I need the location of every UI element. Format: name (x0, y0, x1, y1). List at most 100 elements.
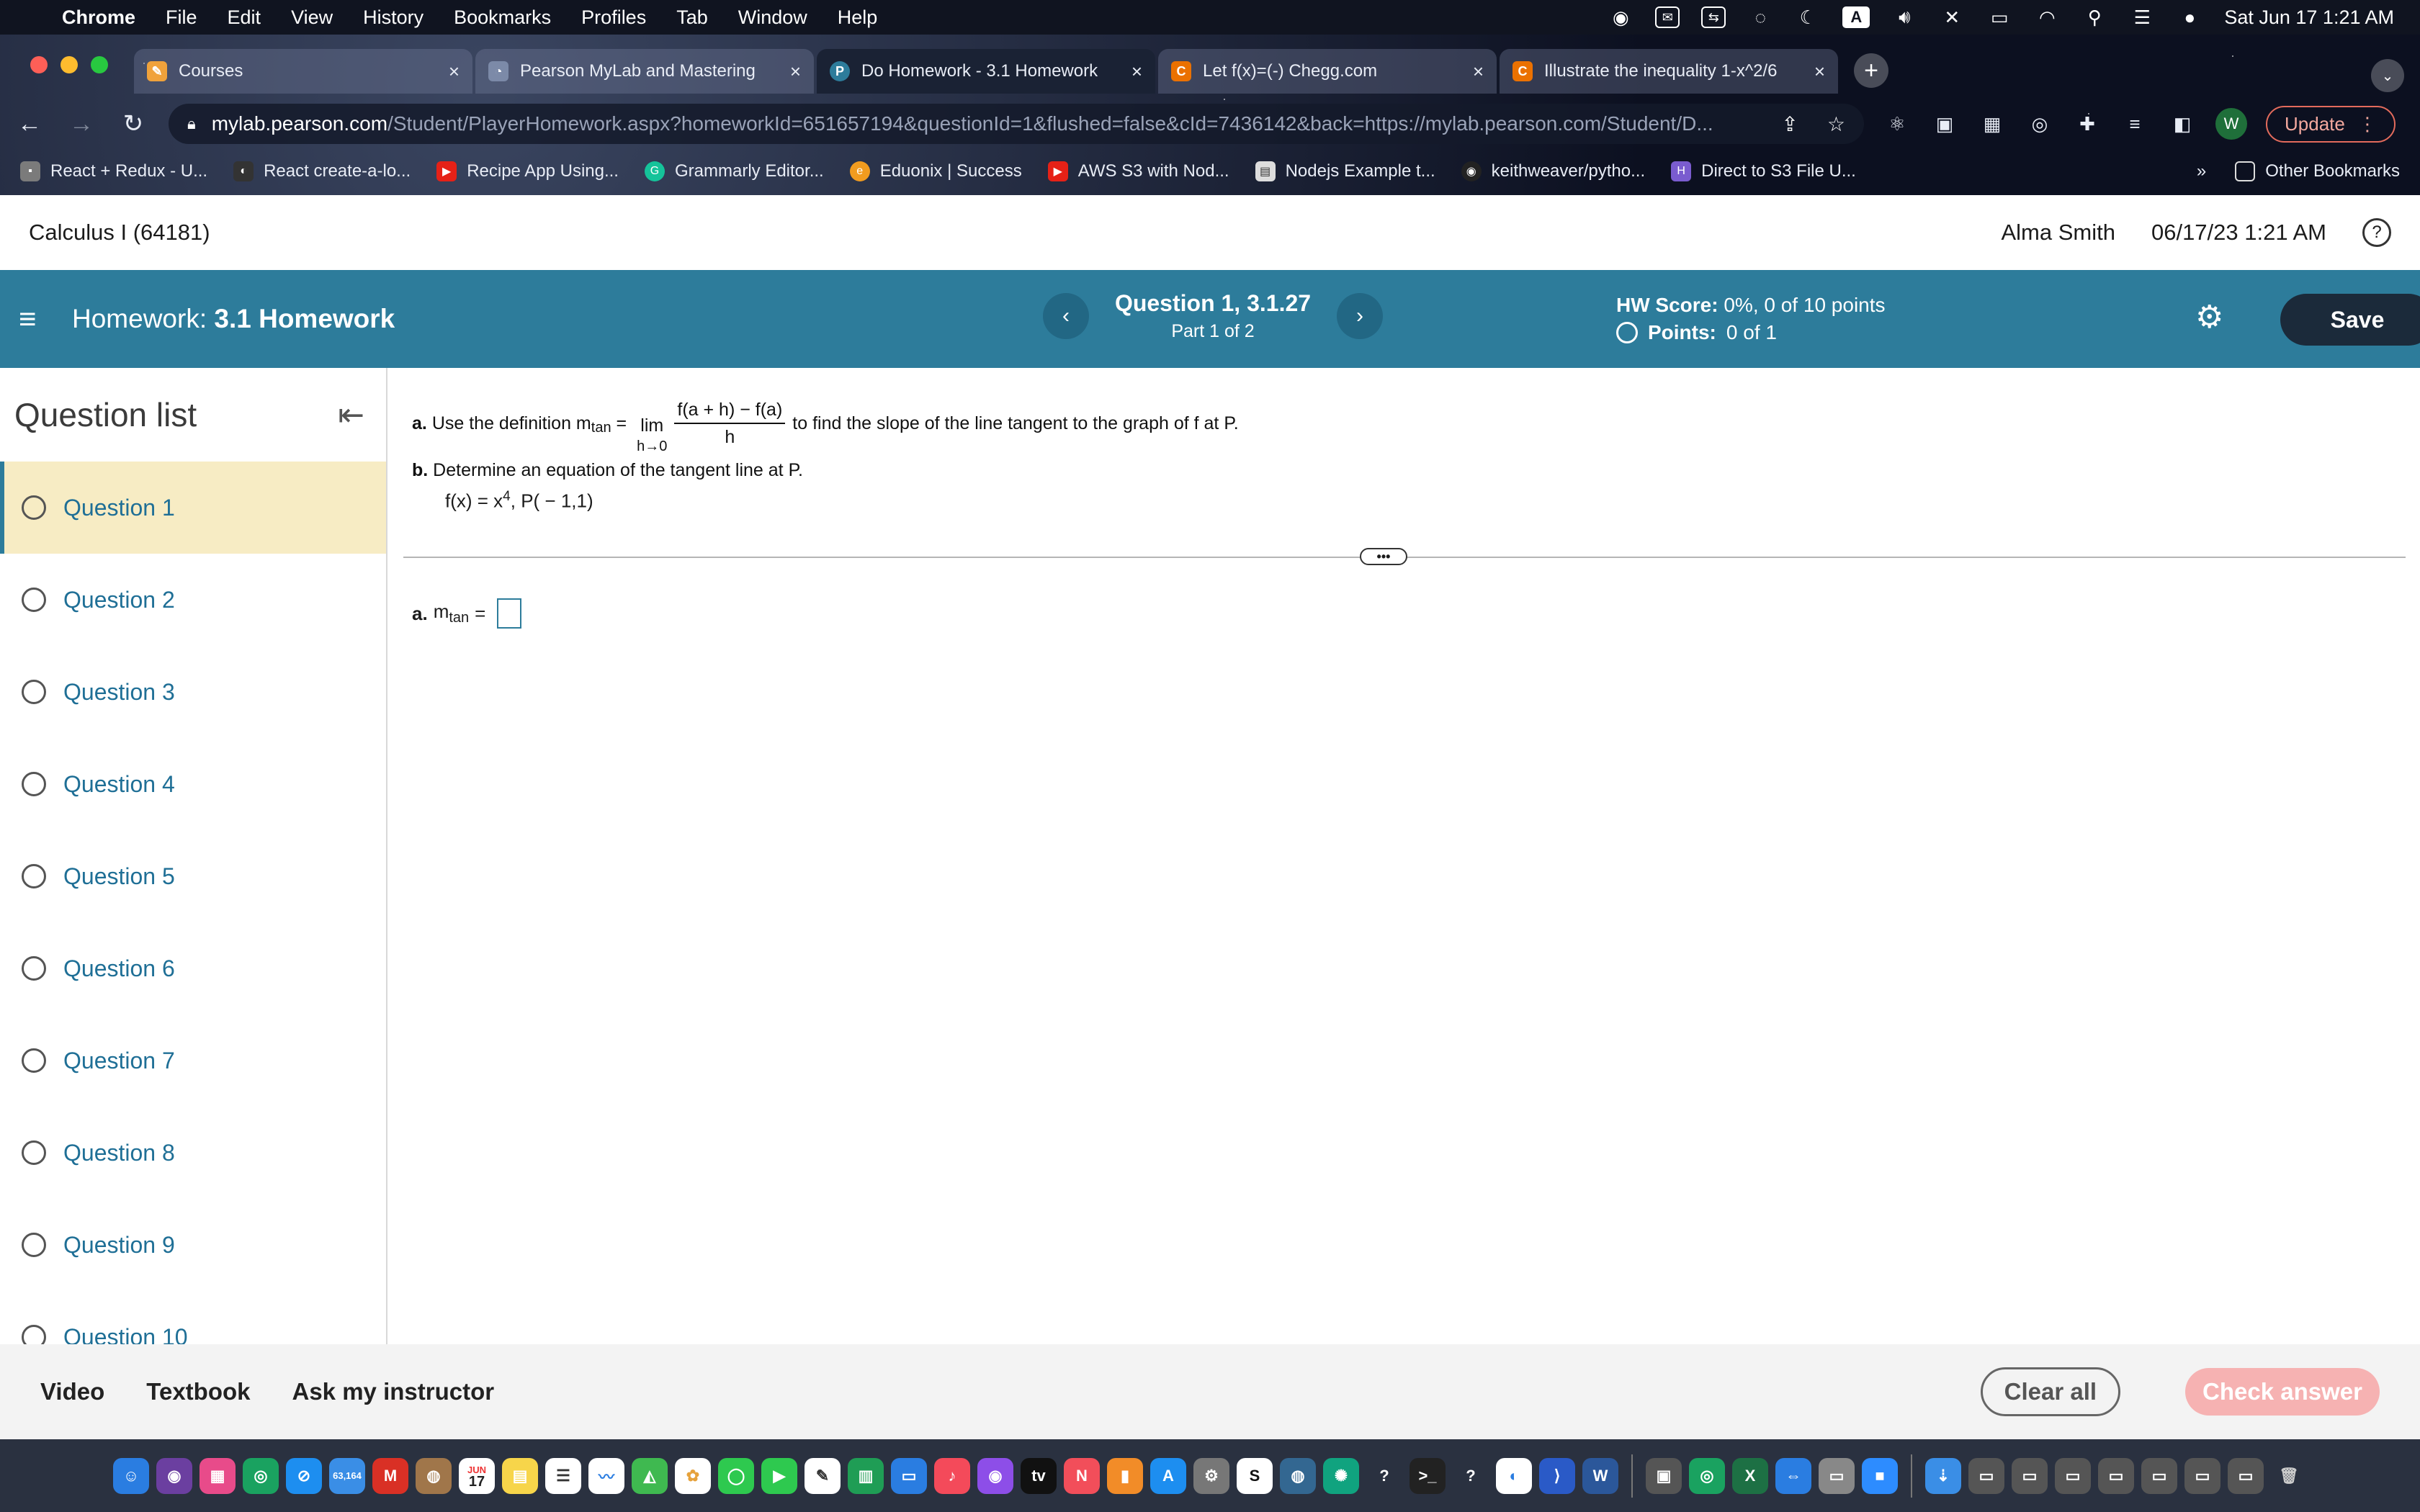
menu-edit[interactable]: Edit (228, 6, 261, 29)
trash-icon[interactable]: 🗑︎ (2271, 1458, 2307, 1494)
question-list-item[interactable]: Question 9 (0, 1199, 386, 1291)
menu-bookmarks[interactable]: Bookmarks (454, 6, 551, 29)
window-thumbnail-icon[interactable]: ▭ (1819, 1457, 1855, 1494)
chrome-icon[interactable]: ◎ (243, 1457, 279, 1494)
siri-icon[interactable]: ◉ (156, 1457, 192, 1494)
bookmarks-overflow-icon[interactable]: » (2197, 161, 2206, 181)
zoom-icon[interactable]: ■ (1862, 1457, 1898, 1494)
next-question-button[interactable]: › (1337, 293, 1383, 339)
menu-file[interactable]: File (166, 6, 197, 29)
messages-icon[interactable]: ◯ (718, 1457, 754, 1494)
bookmark-item[interactable]: H Direct to S3 File U... (1671, 161, 1856, 181)
new-tab-button[interactable]: + (1854, 53, 1888, 88)
question-list-item[interactable]: Question 3 (0, 646, 386, 738)
check-answer-button[interactable]: Check answer (2185, 1368, 2380, 1416)
react-devtools-icon[interactable]: ⚛ (1883, 109, 1912, 138)
update-button[interactable]: Update ⋮ (2266, 105, 2396, 143)
word-icon[interactable]: W (1582, 1457, 1618, 1494)
question-list-item[interactable]: Question 5 (0, 830, 386, 922)
question-list-item[interactable]: Question 4 (0, 738, 386, 830)
menu-window[interactable]: Window (738, 6, 807, 29)
clear-all-button[interactable]: Clear all (1980, 1367, 2121, 1416)
wifi-icon[interactable]: ◠ (2034, 6, 2060, 28)
menu-view[interactable]: View (291, 6, 333, 29)
gmail-icon[interactable]: M (372, 1457, 408, 1494)
ask-instructor-link[interactable]: Ask my instructor (292, 1378, 495, 1405)
menu-profiles[interactable]: Profiles (581, 6, 646, 29)
downloads-folder-icon[interactable]: ⇣ (1925, 1457, 1961, 1494)
menu-app-name[interactable]: Chrome (62, 6, 135, 29)
bookmark-item[interactable]: ▤ Nodejs Example t... (1255, 161, 1435, 181)
minimized-window-icon[interactable]: ▭ (2098, 1457, 2134, 1494)
minimized-window-icon[interactable]: ▭ (2184, 1457, 2220, 1494)
news-icon[interactable]: N (1064, 1457, 1100, 1494)
tab-do-homework[interactable]: P Do Homework - 3.1 Homework × (817, 49, 1155, 94)
finder-icon[interactable]: ☺ (113, 1457, 149, 1494)
answer-input[interactable] (497, 598, 522, 629)
zoom-app-icon[interactable]: ◐ (1496, 1457, 1532, 1494)
freeform-icon[interactable]: 〰 (588, 1457, 624, 1494)
close-tab-icon[interactable]: × (449, 60, 460, 83)
grammarly-status-icon[interactable]: ◉ (1608, 6, 1634, 28)
question-list-item[interactable]: Question 1 (0, 462, 386, 554)
side-panel-icon[interactable]: ◧ (2168, 109, 2197, 138)
bookmark-item[interactable]: e Eduonix | Success (849, 161, 1022, 181)
launchpad-icon[interactable]: ▦ (200, 1457, 236, 1494)
unknown-app-icon[interactable]: ? (1453, 1458, 1489, 1494)
menu-tab[interactable]: Tab (676, 6, 708, 29)
menu-history[interactable]: History (363, 6, 424, 29)
chrome-icon[interactable]: ◎ (1689, 1457, 1725, 1494)
scrivener-icon[interactable]: S (1237, 1457, 1273, 1494)
back-arrow-icon[interactable]: ← (13, 110, 46, 138)
minimized-window-icon[interactable]: ▭ (2141, 1457, 2177, 1494)
bookmark-item[interactable]: ◐ React create-a-lo... (233, 161, 411, 181)
reminders-icon[interactable]: ☰ (545, 1457, 581, 1494)
input-source-icon[interactable]: A (1842, 6, 1870, 28)
sync-status-icon[interactable]: ◌ (1747, 6, 1773, 28)
contacts-icon[interactable]: ◍ (416, 1457, 452, 1494)
tab-search-chevron-icon[interactable]: ⌄ (2371, 59, 2404, 92)
postgres-icon[interactable]: ◍ (1280, 1457, 1316, 1494)
chatgpt-icon[interactable]: ✺ (1323, 1457, 1359, 1494)
question-list-item[interactable]: Question 2 (0, 554, 386, 646)
close-window-button[interactable] (30, 56, 48, 73)
menubar-clock[interactable]: Sat Jun 17 1:21 AM (2224, 6, 2394, 29)
minimized-window-icon[interactable]: ▭ (2228, 1457, 2264, 1494)
screen-share-icon[interactable]: ⇆ (1701, 6, 1726, 28)
lock-icon[interactable]: 🔒︎ (187, 114, 196, 133)
close-tab-icon[interactable]: × (790, 60, 801, 83)
calendar-icon[interactable]: JUN 17 (459, 1457, 495, 1494)
question-list-item[interactable]: Question 6 (0, 922, 386, 1014)
collapse-sidebar-icon[interactable]: ⇤ (338, 397, 364, 433)
bookmark-star-icon[interactable]: ☆ (1827, 112, 1845, 136)
excel-icon[interactable]: X (1732, 1457, 1768, 1494)
tab-pearson-mylab[interactable]: ◔ Pearson MyLab and Mastering × (475, 49, 814, 94)
help-icon[interactable]: ? (2362, 218, 2391, 247)
siri-icon[interactable]: ● (2177, 6, 2202, 28)
reload-icon[interactable]: ↻ (117, 109, 150, 138)
vscode-icon[interactable]: ⟩ (1539, 1457, 1575, 1494)
video-link[interactable]: Video (40, 1378, 104, 1405)
maps-icon[interactable]: ◭ (632, 1457, 668, 1494)
bluetooth-icon[interactable]: ✕ (1939, 6, 1965, 28)
tab-chegg-1[interactable]: C Let f(x)=(-) Chegg.com × (1158, 49, 1497, 94)
podcasts-icon[interactable]: ◉ (977, 1457, 1013, 1494)
bookmark-item[interactable]: ▶ AWS S3 with Nod... (1047, 161, 1229, 181)
focus-moon-icon[interactable]: ☾ (1795, 6, 1821, 28)
other-bookmarks[interactable]: Other Bookmarks (2235, 161, 2400, 181)
save-button[interactable]: Save (2280, 294, 2420, 346)
photos-icon[interactable]: ✿ (675, 1457, 711, 1494)
media-playlist-icon[interactable]: ≡ (2120, 109, 2149, 138)
close-tab-icon[interactable]: × (1131, 60, 1142, 83)
spotlight-search-icon[interactable]: ⚲ (2081, 6, 2107, 28)
extension-grid-icon[interactable]: ▦ (1978, 109, 2007, 138)
terminal-icon[interactable]: >_ (1410, 1457, 1446, 1494)
numbers-icon[interactable]: ▥ (848, 1457, 884, 1494)
textbook-link[interactable]: Textbook (146, 1378, 250, 1405)
previous-question-button[interactable]: ‹ (1043, 293, 1089, 339)
mail-icon[interactable]: 63,164 (329, 1457, 365, 1494)
question-list-item[interactable]: Question 8 (0, 1107, 386, 1199)
minimized-window-icon[interactable]: ▭ (2055, 1457, 2091, 1494)
settings-gear-icon[interactable]: ⚙ (2195, 299, 2223, 336)
minimized-window-icon[interactable]: ▭ (1968, 1457, 2004, 1494)
